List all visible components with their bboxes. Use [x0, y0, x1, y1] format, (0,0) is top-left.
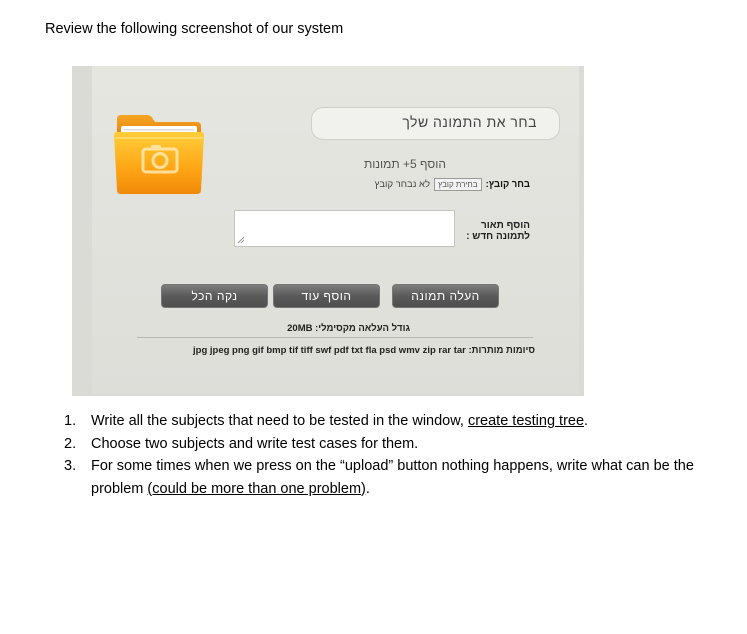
choose-image-title: בחר את התמונה שלך — [311, 107, 560, 140]
add-five-images-link[interactable]: הוסף 5+ תמונות — [338, 157, 446, 171]
folder-camera-icon — [114, 115, 204, 194]
question-item: 2. Choose two subjects and write test ca… — [64, 433, 704, 456]
resize-grip-icon[interactable] — [237, 236, 245, 244]
browse-file-button[interactable]: בחירת קובץ — [434, 177, 482, 191]
allowed-types-value: jpg jpeg png gif bmp tif tiff swf pdf tx… — [193, 345, 466, 356]
description-textarea[interactable] — [234, 210, 455, 247]
max-upload-size: גודל העלאה מקסימלי: 20MB — [250, 323, 410, 334]
question-number: 1. — [64, 413, 77, 429]
intro-text: Review the following screenshot of our s… — [45, 21, 344, 37]
add-description-label: הוסף תאור לתמונה חדש : — [466, 220, 530, 242]
max-size-value: 20MB — [287, 323, 313, 334]
questions-list: 1. Write all the subjects that need to b… — [64, 410, 704, 500]
question-text: Write all the subjects that need to be t… — [91, 413, 468, 429]
clear-all-button[interactable]: נקה הכל — [161, 284, 268, 308]
question-text: Choose two subjects and write test cases… — [91, 435, 419, 452]
choose-file-label: בחר קובץ: — [485, 178, 530, 190]
question-number: 2. — [64, 435, 77, 452]
question-item: 1. Write all the subjects that need to b… — [64, 410, 704, 433]
allowed-extensions: סיומות מותרות: jpg jpeg png gif bmp tif … — [124, 345, 535, 356]
question-item: 3. For some times when we press on the “… — [64, 455, 704, 500]
question-underlined: create testing tree — [467, 413, 585, 429]
no-file-chosen-text: לא נבחר קובץ — [374, 178, 431, 190]
add-more-button[interactable]: הוסף עוד — [273, 284, 380, 308]
file-chooser-row: בחר קובץ: בחירת קובץ לא נבחר קובץ — [322, 175, 530, 193]
upload-image-button[interactable]: העלה תמונה — [392, 284, 499, 308]
question-number: 3. — [64, 458, 77, 474]
allowed-types-label: סיומות מותרות: — [468, 345, 536, 356]
max-size-label: גודל העלאה מקסימלי: — [315, 323, 410, 334]
question-underlined: (could be more than one problem) — [147, 480, 366, 497]
divider — [137, 337, 533, 338]
question-end: . — [365, 480, 370, 497]
question-end: . — [584, 413, 589, 429]
